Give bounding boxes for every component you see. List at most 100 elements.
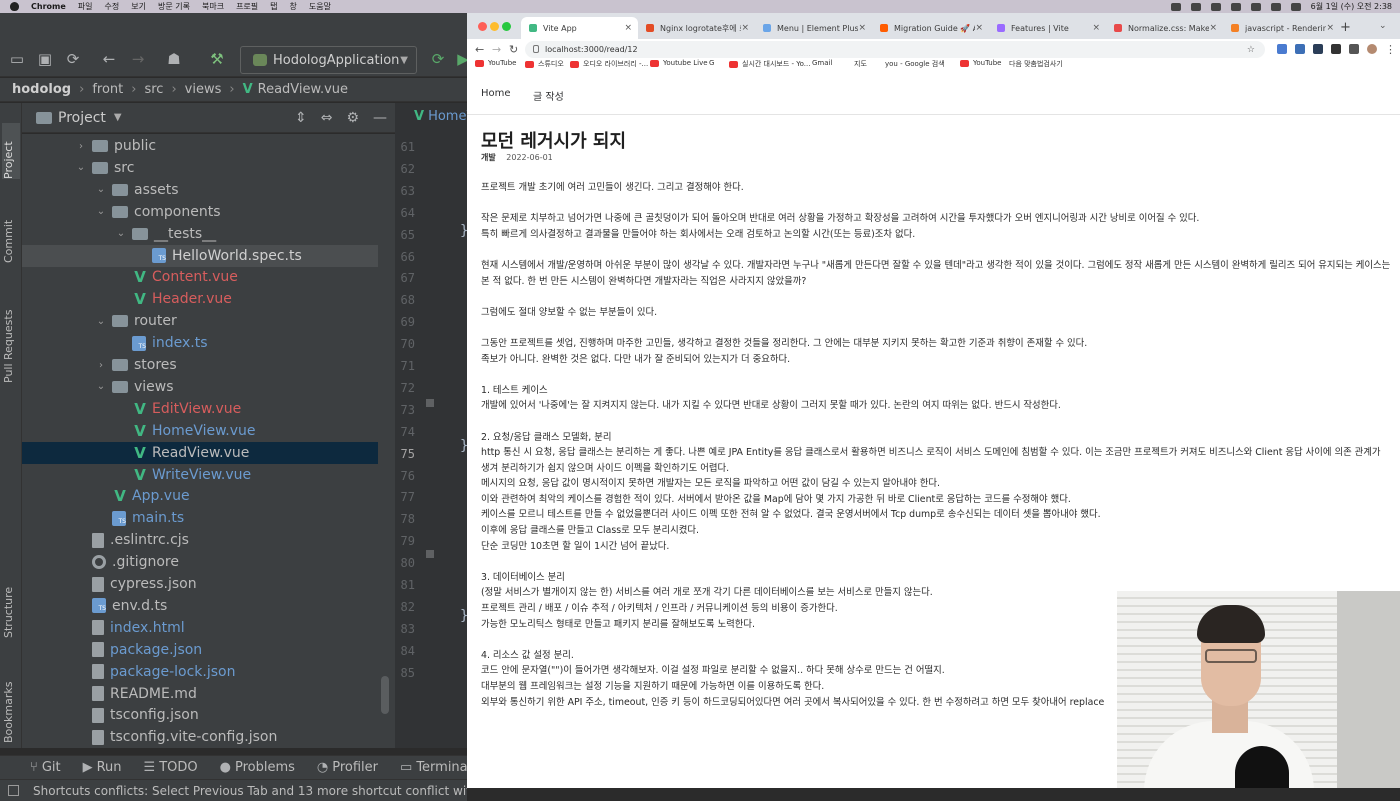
bookmark-item[interactable]: 다음 맞춤법검사기 [1009,59,1063,69]
tree-item[interactable]: ⌄ src [22,157,395,179]
minimize-window-icon[interactable] [490,22,499,31]
gutter-marker[interactable] [426,399,434,407]
chevron-down-icon[interactable]: ▼ [114,112,122,123]
star-icon[interactable]: ☆ [1247,45,1255,55]
menu-item-view[interactable]: 보기 [131,1,146,12]
gutter-marker[interactable] [426,550,434,558]
bookmark-item[interactable]: 오디오 라이브러리 -... [570,59,648,69]
kebab-menu-icon[interactable]: ⋮ [1385,43,1396,56]
tree-item[interactable]: ⌄ router [22,310,395,332]
bookmark-item[interactable]: 스튜디오 [525,59,564,69]
site-info-icon[interactable] [533,45,539,53]
build-hammer-icon[interactable]: ⚒ [209,52,225,67]
menu-item-edit[interactable]: 수정 [105,1,120,12]
tool-tab-profiler[interactable]: ◔ Profiler [317,760,378,775]
user-icon[interactable]: ☗ [166,52,182,67]
close-tab-icon[interactable]: × [1209,23,1217,33]
tree-item[interactable]: V ReadView.vue [22,441,378,464]
tool-tab-commit[interactable]: Commit [2,203,20,263]
tree-item[interactable]: .gitignore [22,551,395,573]
expand-all-icon[interactable]: ⇕ [295,110,307,126]
tree-item[interactable]: ⌄ __tests__ [22,223,395,245]
tool-tab-run[interactable]: ▶ Run [83,760,122,775]
bookmark-item[interactable]: Youtube Live [650,59,708,67]
chevron-down-icon[interactable]: ⌄ [94,381,108,392]
browser-tab[interactable]: Vite App × [521,17,638,39]
project-panel-title[interactable]: Project [58,110,106,126]
tree-item[interactable]: V EditView.vue [22,398,395,420]
tree-item[interactable]: ⌄ components [22,201,395,223]
extension-icon[interactable] [1313,44,1323,54]
url-input[interactable]: localhost:3000/read/12 ☆ [525,41,1265,58]
tree-item[interactable]: TS index.ts [22,332,395,354]
chevron-down-icon[interactable]: ⌄ [94,206,108,217]
close-tab-icon[interactable]: × [624,23,632,33]
menu-item-window[interactable]: 창 [290,1,297,12]
browser-tab[interactable]: Migration Guide 🚀 Astro× [872,17,989,39]
tree-item[interactable]: TS env.d.ts [22,595,395,617]
bookmark-item[interactable]: YouTube [960,59,1001,67]
bookmark-item[interactable]: G [709,59,714,67]
chevron-right-icon[interactable]: › [94,360,108,371]
bookmark-item[interactable]: Gmail [812,59,832,67]
save-icon[interactable]: ▣ [37,52,53,67]
browser-tab[interactable]: Nginx logrotate후에 로깅이× [638,17,755,39]
nav-home-link[interactable]: Home [481,88,511,99]
reload-icon[interactable]: ↻ [509,43,518,56]
tool-tab-pull-requests[interactable]: Pull Requests [2,293,20,383]
chevron-right-icon[interactable]: › [74,141,88,152]
tool-tab-project[interactable]: Project [2,123,20,179]
breadcrumb-item[interactable]: front [92,82,123,97]
tree-item[interactable]: cypress.json [22,573,395,595]
extension-icon[interactable] [1295,44,1305,54]
close-tab-icon[interactable]: × [858,23,866,33]
tree-item[interactable]: V HomeView.vue [22,420,395,442]
browser-tab[interactable]: Menu | Element Plus × [755,17,872,39]
forward-icon[interactable]: → [492,43,501,56]
tree-item[interactable]: V Header.vue [22,288,395,310]
browser-tab[interactable]: javascript - Rendering ne× [1223,17,1340,39]
tree-item[interactable]: .eslintrc.cjs [22,529,395,551]
bookmark-item[interactable]: 지도 [854,59,867,69]
bookmark-item[interactable]: 실시간 대시보드 - Yo... [729,59,810,69]
status-icon[interactable] [1190,2,1201,11]
forward-icon[interactable]: → [130,52,146,67]
breadcrumb-item[interactable]: views [185,82,222,97]
close-tab-icon[interactable]: × [741,23,749,33]
status-message[interactable]: Shortcuts conflicts: Select Previous Tab… [33,784,467,798]
extension-icon[interactable] [1277,44,1287,54]
status-icon[interactable] [1230,2,1241,11]
close-window-icon[interactable] [478,22,487,31]
breadcrumb-item[interactable]: ReadView.vue [258,82,348,97]
maximize-window-icon[interactable] [502,22,511,31]
menu-item-tab[interactable]: 탭 [270,1,277,12]
tool-tab-problems[interactable]: ● Problems [220,760,295,775]
back-icon[interactable]: ← [475,43,484,56]
close-tab-icon[interactable]: × [1092,23,1100,33]
menu-item-bookmarks[interactable]: 북마크 [202,1,224,12]
tree-scrollbar[interactable] [381,676,389,714]
avatar[interactable] [1367,44,1377,54]
tree-item[interactable]: README.md [22,683,395,705]
tool-tab-git[interactable]: ⑂ Git [30,760,61,775]
menu-item-history[interactable]: 방문 기록 [158,1,190,12]
menu-item-file[interactable]: 파일 [78,1,93,12]
tree-item[interactable]: V App.vue [22,485,395,507]
close-tab-icon[interactable]: × [1326,23,1334,33]
run-configuration-select[interactable]: HodologApplication ▼ [240,46,417,74]
tool-tab-structure[interactable]: Structure [2,568,20,638]
bookmark-item[interactable]: YouTube [475,59,516,67]
sync-icon[interactable]: ⟳ [65,52,81,67]
wifi-icon[interactable] [1270,2,1281,11]
tree-item[interactable]: index.html [22,617,395,639]
tool-tab-todo[interactable]: ☰ TODO [144,760,198,775]
new-tab-button[interactable]: + [1340,20,1351,35]
apple-icon[interactable] [10,2,19,11]
tree-item[interactable]: TS HelloWorld.spec.ts [22,244,378,267]
tree-item[interactable]: package.json [22,639,395,661]
open-folder-icon[interactable]: ▭ [9,52,25,67]
tree-item[interactable]: › public [22,135,395,157]
tree-item[interactable]: V Content.vue [22,266,395,288]
status-icon[interactable] [1210,2,1221,11]
chevron-down-icon[interactable]: ⌄ [94,184,108,195]
